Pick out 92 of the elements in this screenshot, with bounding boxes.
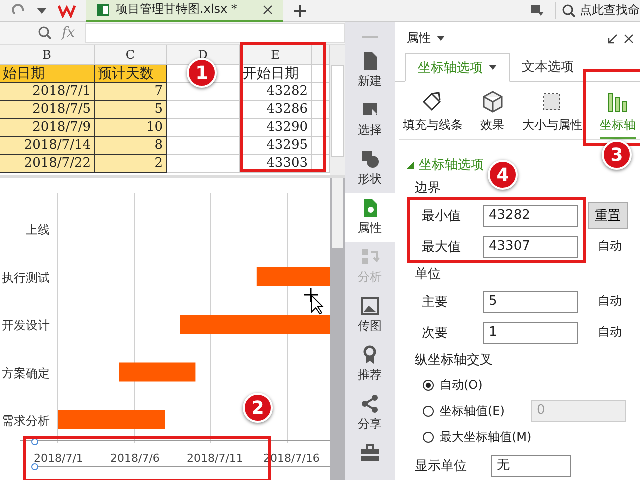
zoom-icon[interactable] — [38, 26, 52, 40]
table-cell: 43295 — [240, 137, 312, 155]
category-label: 需求分析 — [2, 414, 50, 428]
share-icon — [360, 394, 380, 414]
axis-label: 2018/7/6 — [110, 452, 160, 465]
callout-badge: 2 — [243, 393, 273, 423]
sidebar-item[interactable]: 选择 — [345, 95, 395, 144]
file-tab[interactable]: 项目管理甘特图.xlsx * — [86, 0, 283, 22]
radio-option[interactable]: 自动(O) — [423, 376, 483, 394]
sidebar-item[interactable]: 新建 — [345, 46, 395, 95]
category-label: 方案确定 — [2, 366, 50, 380]
table-cell: 2018/7/5 — [0, 101, 95, 119]
callout-badge: 1 — [187, 58, 217, 88]
redo-icon[interactable] — [12, 4, 26, 18]
sidebar-item[interactable]: 传图 — [345, 291, 395, 340]
table-cell: 7 — [95, 83, 167, 101]
group-label: 单位 — [414, 266, 441, 284]
auto-link[interactable]: 自动 — [598, 324, 622, 341]
category-label: 上线 — [26, 223, 50, 237]
dropdown-icon[interactable] — [531, 4, 545, 16]
close-icon[interactable] — [263, 4, 273, 14]
input-field[interactable]: 5 — [483, 290, 578, 312]
sidebar-item[interactable]: 属性 — [345, 193, 395, 242]
panel-tab[interactable]: 文本选项 — [510, 53, 586, 81]
field-label: 最大值 — [421, 238, 462, 256]
table-cell: 43282 — [240, 83, 312, 101]
axis-label: 2018/7/1 — [34, 452, 84, 465]
radio-option[interactable]: 坐标轴值(E) — [423, 402, 505, 420]
radio-option[interactable]: 最大坐标轴值(M) — [423, 428, 532, 446]
category-label: 执行测试 — [2, 270, 50, 285]
icon-tab[interactable]: 坐标轴 — [600, 90, 636, 139]
selection-handle[interactable] — [32, 438, 38, 446]
table-cell: 2018/7/22 — [0, 155, 95, 173]
arrows-icon — [360, 247, 380, 267]
toolbox-icon — [360, 443, 380, 463]
auto-link[interactable]: 自动 — [598, 293, 622, 310]
plus-icon[interactable] — [293, 4, 307, 18]
cube-icon — [480, 90, 505, 114]
dropdown-field[interactable]: 无 — [491, 454, 571, 476]
group-label: 边界 — [414, 180, 441, 198]
table-cell: 43303 — [240, 155, 312, 173]
selection-handle[interactable] — [32, 464, 38, 470]
table-cell: 43290 — [240, 119, 312, 137]
column-header[interactable]: E — [240, 45, 312, 65]
expand-triangle-icon[interactable] — [407, 162, 414, 168]
table-cell: 2018/7/14 — [0, 137, 95, 155]
sidebar-item[interactable]: 推荐 — [345, 340, 395, 389]
table-cell: 预计天数 — [95, 65, 167, 83]
auto-link[interactable]: 自动 — [598, 238, 622, 255]
collapse-icon[interactable] — [608, 34, 618, 44]
reset-button[interactable]: 重置 — [588, 202, 628, 229]
field-label: 次要 — [421, 324, 449, 342]
input-field[interactable]: 1 — [483, 322, 578, 344]
panel-tab[interactable]: 坐标轴选项 — [405, 53, 510, 82]
table-cell: 10 — [95, 119, 167, 137]
table-cell: 5 — [95, 101, 167, 119]
caret-icon[interactable] — [36, 6, 48, 14]
group-label: 显示单位 — [414, 458, 468, 474]
input-field[interactable]: 43282 — [483, 204, 578, 226]
caret-icon[interactable] — [489, 65, 497, 70]
logo-icon[interactable] — [58, 4, 76, 18]
table-cell: 8 — [95, 137, 167, 155]
field-label: 最小值 — [421, 208, 462, 224]
picture-icon — [360, 296, 380, 316]
table-cell: 2 — [95, 155, 167, 173]
group-label: 纵坐标轴交叉 — [414, 352, 493, 370]
table-cell: 2018/7/9 — [0, 119, 95, 137]
close-icon[interactable] — [624, 34, 634, 44]
sidebar-item[interactable]: 分享 — [345, 389, 395, 438]
formula-field[interactable] — [85, 23, 345, 43]
sidebar-item[interactable]: 形状 — [345, 144, 395, 193]
field-label: 主要 — [421, 294, 449, 310]
icon-tab[interactable]: 效果 — [480, 90, 505, 139]
shapes-icon — [360, 149, 380, 169]
axis-label: 2018/7/11 — [187, 452, 244, 465]
icon-tab[interactable]: 填充与线条 — [403, 90, 463, 139]
input-field[interactable]: 43307 — [483, 236, 578, 258]
move-cursor-icon — [303, 287, 324, 315]
caret-icon[interactable] — [437, 36, 445, 41]
scrollbar[interactable] — [330, 178, 345, 480]
section-header[interactable]: 坐标轴选项 — [407, 154, 484, 176]
icon-tab[interactable]: 大小与属性 — [522, 90, 582, 139]
spreadsheet-icon — [96, 2, 110, 16]
table-cell: 始日期 — [0, 65, 95, 83]
panel-title[interactable]: 属性 — [407, 30, 431, 47]
search-icon — [562, 4, 576, 18]
table-cell: 开始日期 — [240, 65, 312, 83]
search-field[interactable]: 点此查找命 — [555, 2, 640, 19]
table-cell: 43286 — [240, 101, 312, 119]
scrollbar[interactable] — [330, 45, 345, 175]
table-cell: 2018/7/1 — [0, 83, 95, 101]
category-label: 开发设计 — [2, 318, 50, 332]
